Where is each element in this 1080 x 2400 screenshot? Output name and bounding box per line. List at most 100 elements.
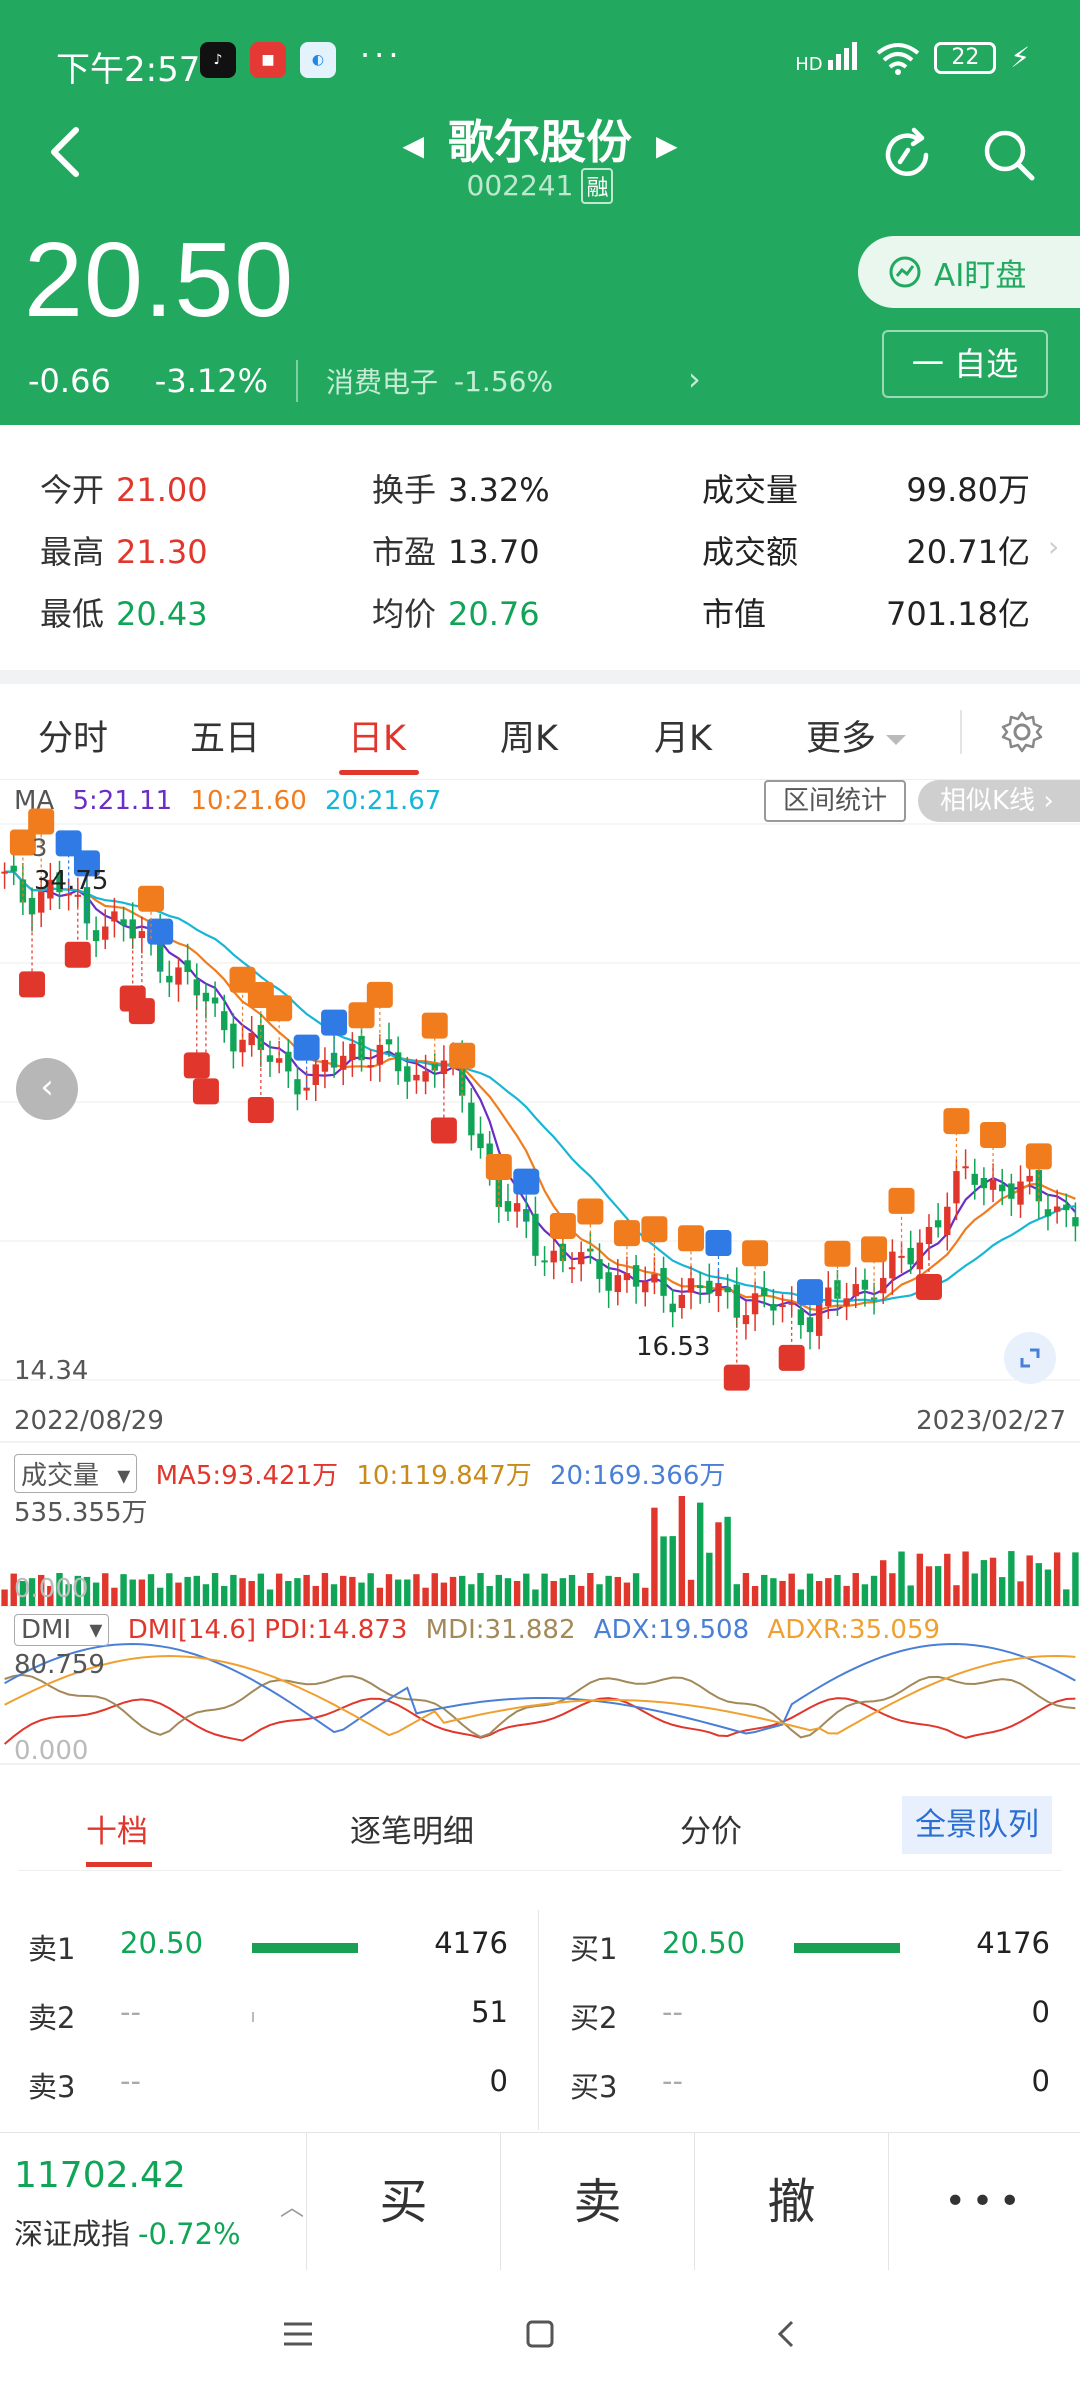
trade-signal-icon: [613, 1220, 640, 1247]
high-value: 21.30: [116, 533, 208, 571]
sell-level-2[interactable]: 卖2 -- 51: [28, 1995, 508, 2041]
more-button[interactable]: •••: [888, 2133, 1080, 2271]
battery-icon: 22: [934, 41, 997, 74]
volume-bar: [614, 1576, 621, 1606]
sell-level-price: --: [120, 1995, 141, 2029]
sell-level-3[interactable]: 卖3 -- 0: [28, 2064, 508, 2110]
next-stock-icon[interactable]: ▶: [656, 129, 678, 162]
sell-signal-icon: [55, 830, 82, 857]
candle-body: [870, 1297, 878, 1300]
candle-body: [980, 1177, 988, 1189]
volume-bar: [577, 1585, 585, 1606]
sector-chevron-icon[interactable]: ›: [688, 360, 701, 398]
browser-app-icon: ◐: [300, 42, 336, 78]
ai-monitor-button[interactable]: AI盯盘: [858, 236, 1080, 308]
sell-button[interactable]: 卖: [500, 2133, 694, 2271]
candle-body: [999, 1184, 1006, 1192]
volume-bar: [523, 1573, 530, 1606]
tab-weekly-k[interactable]: 周K: [500, 710, 558, 761]
volume-bar: [989, 1557, 997, 1606]
tab-price-distribution[interactable]: 分价: [680, 1806, 742, 1851]
prev-stock-icon[interactable]: ◀: [402, 129, 424, 162]
volume-bar: [898, 1551, 905, 1606]
kline-chart-area[interactable]: MA 5:21.11 10:21.60 20:21.67 区间统计 相似K线 ›…: [0, 780, 1080, 1780]
trade-signal-icon: [1025, 1143, 1052, 1170]
volume-bar: [175, 1582, 182, 1606]
volume-bar: [349, 1576, 356, 1606]
volume-bar: [184, 1576, 191, 1606]
candle-body: [221, 1011, 228, 1031]
tab-daily-k[interactable]: 日K: [348, 710, 406, 761]
buy-level-3[interactable]: 买3 -- 0: [570, 2064, 1050, 2110]
trade-signal-icon: [366, 981, 393, 1008]
volume-bar: [147, 1574, 155, 1606]
menu-icon[interactable]: [278, 2314, 318, 2354]
volume-bar: [404, 1579, 411, 1606]
search-icon[interactable]: [980, 126, 1038, 184]
trade-signal-icon: [861, 1236, 888, 1263]
tab-five-day[interactable]: 五日: [190, 710, 260, 761]
tab-tick-details[interactable]: 逐笔明细: [350, 1806, 474, 1851]
candle-body: [340, 1055, 347, 1070]
tab-intraday[interactable]: 分时: [38, 710, 108, 761]
candle-body: [971, 1173, 978, 1185]
buy-level-2[interactable]: 买2 -- 0: [570, 1995, 1050, 2041]
volume-bar: [706, 1552, 713, 1606]
tab-monthly-k[interactable]: 月K: [654, 710, 712, 761]
volume-bar: [1026, 1555, 1033, 1606]
candle-body: [394, 1052, 402, 1072]
volume-bar: [934, 1566, 942, 1606]
refresh-icon[interactable]: [878, 126, 936, 184]
candle-body: [1026, 1175, 1033, 1182]
candle-body: [632, 1265, 640, 1287]
tab-more[interactable]: 更多: [806, 710, 907, 761]
candle-body: [385, 1039, 393, 1045]
volume-bar: [861, 1584, 869, 1606]
change-row: -0.66 -3.12% 消费电子 -1.56%: [28, 360, 553, 402]
candle-body: [751, 1293, 759, 1315]
sell-volume-bar: [252, 2012, 254, 2022]
candle-body: [1017, 1181, 1024, 1205]
range-stats-button[interactable]: 区间统计: [764, 780, 906, 822]
volume-selector[interactable]: 成交量 ▾: [14, 1454, 138, 1493]
volume-bar: [880, 1560, 887, 1606]
buy-level-label: 买3: [570, 2070, 618, 2104]
add-watchlist-button[interactable]: 一 自选: [882, 330, 1048, 398]
volume-bar: [971, 1573, 978, 1606]
buy-signal-icon: [119, 985, 146, 1012]
volume-bar: [239, 1578, 246, 1606]
open-value: 21.00: [116, 471, 208, 509]
candle-body: [770, 1304, 777, 1311]
candle-body: [559, 1243, 567, 1261]
similar-kline-button[interactable]: 相似K线 ›: [918, 780, 1080, 822]
tab-ten-levels[interactable]: 十档: [86, 1806, 148, 1851]
buy-level-1[interactable]: 买1 20.50 4176: [570, 1926, 1050, 1972]
panorama-queue-button[interactable]: 全景队列: [902, 1796, 1052, 1854]
volume-bar: [1017, 1581, 1024, 1606]
candle-body: [193, 979, 200, 996]
cancel-order-button[interactable]: 撤: [694, 2133, 888, 2271]
active-tab-underline: [339, 770, 419, 775]
avg-value: 20.76: [448, 595, 540, 633]
gear-icon[interactable]: [1000, 710, 1044, 754]
sector-name[interactable]: 消费电子: [326, 361, 438, 401]
dmi-selector[interactable]: DMI ▾: [14, 1614, 110, 1646]
quote-expand-icon[interactable]: ›: [1048, 530, 1059, 563]
back-nav-icon[interactable]: [766, 2314, 806, 2354]
index-ticker[interactable]: 11702.42 深证成指 -0.72% ︿: [0, 2133, 306, 2271]
candle-body: [642, 1281, 649, 1293]
candle-body: [10, 865, 17, 872]
sell-level-1[interactable]: 卖1 20.50 4176: [28, 1926, 508, 1972]
buy-button[interactable]: 买: [306, 2133, 500, 2271]
home-icon[interactable]: [520, 2314, 560, 2354]
trade-signal-icon: [888, 1187, 915, 1214]
volume-legend: 成交量 ▾ MA5:93.421万 10:119.847万 20:169.366…: [14, 1454, 735, 1493]
candle-body: [678, 1294, 686, 1309]
volume-bar: [275, 1573, 283, 1606]
scroll-left-button[interactable]: ‹: [16, 1058, 78, 1120]
candle-body: [596, 1259, 603, 1279]
zoom-reset-icon[interactable]: [1004, 1332, 1056, 1384]
volume-bar: [660, 1536, 667, 1606]
buy-level-label: 买2: [570, 2001, 618, 2035]
volume-bar: [294, 1578, 301, 1606]
